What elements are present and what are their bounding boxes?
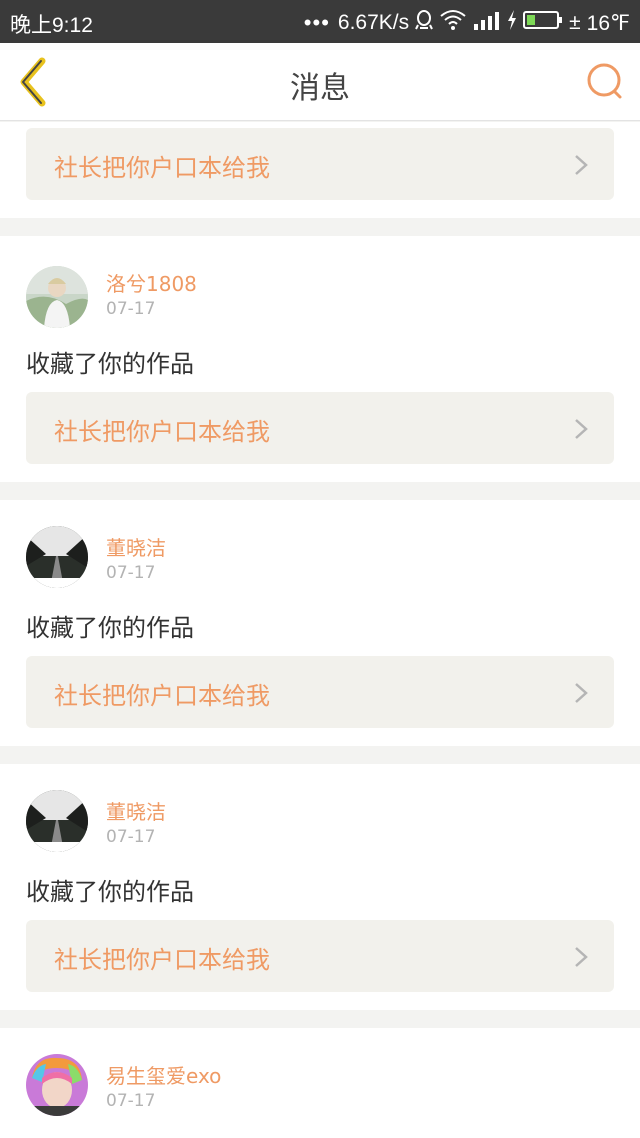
status-right: ••• 6.67K/s ± 16℉ [304, 9, 630, 37]
page-title: 消息 [290, 71, 350, 106]
username[interactable]: 易生玺爱exo [106, 1060, 221, 1089]
chevron-right-icon [575, 419, 588, 439]
message-item: 洛兮1808 07-17 收藏了你的作品 社长把你户口本给我 [0, 236, 640, 482]
work-title: 社长把你户口本给我 [54, 418, 270, 446]
action-text: 收藏了你的作品 [26, 350, 194, 378]
work-title: 社长把你户口本给我 [54, 946, 270, 974]
avatar[interactable] [26, 526, 88, 588]
work-title: 社长把你户口本给我 [54, 154, 270, 182]
message-item: 社长把你户口本给我 [0, 122, 640, 218]
username[interactable]: 董晓洁 [106, 532, 166, 561]
notification-dots: ••• [303, 10, 330, 35]
battery-icon [523, 10, 563, 36]
message-item: 董晓洁 07-17 收藏了你的作品 社长把你户口本给我 [0, 500, 640, 746]
chevron-right-icon [575, 947, 588, 967]
work-card[interactable]: 社长把你户口本给我 [26, 128, 614, 200]
status-time: 晚上9:12 [10, 14, 93, 37]
avatar[interactable] [26, 790, 88, 852]
work-card[interactable]: 社长把你户口本给我 [26, 656, 614, 728]
battery-label: ± [569, 11, 581, 34]
action-text: 收藏了你的作品 [26, 878, 194, 906]
avatar[interactable] [26, 266, 88, 328]
action-text: 收藏了你的作品 [26, 614, 194, 642]
qq-icon [415, 9, 434, 37]
chevron-right-icon [575, 155, 588, 175]
chevron-right-icon [575, 683, 588, 703]
work-title: 社长把你户口本给我 [54, 682, 270, 710]
signal-icon [473, 10, 501, 36]
status-bar: 晚上9:12 ••• 6.67K/s ± 16℉ [0, 0, 640, 43]
work-card[interactable]: 社长把你户口本给我 [26, 392, 614, 464]
message-date: 07-17 [106, 827, 156, 847]
wifi-icon [439, 9, 467, 37]
message-item: 董晓洁 07-17 收藏了你的作品 社长把你户口本给我 [0, 764, 640, 1010]
temperature: 16℉ [586, 11, 630, 35]
network-speed: 6.67K/s [337, 11, 410, 34]
avatar[interactable] [26, 1054, 88, 1116]
message-date: 07-17 [106, 299, 156, 319]
search-button[interactable] [586, 61, 626, 101]
message-date: 07-17 [106, 563, 156, 583]
charging-icon [507, 10, 517, 36]
nav-bar: 消息 [0, 43, 640, 121]
message-item: 易生玺爱exo 07-17 [0, 1028, 640, 1138]
search-icon [587, 63, 622, 99]
message-date: 07-17 [106, 1091, 156, 1111]
work-card[interactable]: 社长把你户口本给我 [26, 920, 614, 992]
username[interactable]: 董晓洁 [106, 796, 166, 825]
username[interactable]: 洛兮1808 [106, 268, 197, 297]
